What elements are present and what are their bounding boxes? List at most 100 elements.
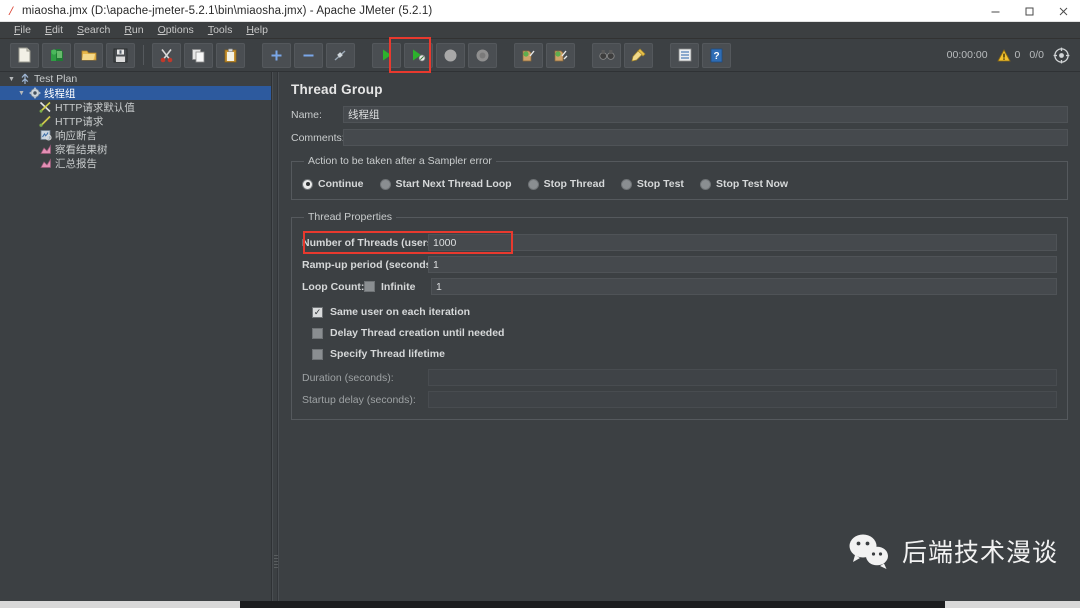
warning-triangle-icon xyxy=(996,48,1011,61)
test-plan-icon xyxy=(17,73,32,86)
search-button[interactable] xyxy=(592,42,621,68)
radio-icon[interactable] xyxy=(699,178,711,190)
wechat-logo-icon xyxy=(849,534,888,569)
loop-count-input[interactable]: 1 xyxy=(431,278,1057,295)
templates-button[interactable] xyxy=(42,42,71,68)
radio-stop-test-now[interactable]: Stop Test Now xyxy=(699,178,788,190)
threads-input[interactable]: 1000 xyxy=(428,234,1057,251)
radio-label: Stop Thread xyxy=(543,178,605,190)
maximize-icon[interactable] xyxy=(1012,0,1046,22)
reset-search-button[interactable] xyxy=(624,42,653,68)
menu-edit[interactable]: Edit xyxy=(39,23,69,37)
menu-options[interactable]: Options xyxy=(152,23,200,37)
warning-indicator[interactable]: 0 xyxy=(996,48,1020,62)
help-button[interactable]: ? xyxy=(702,42,731,68)
same-user-row[interactable]: Same user on each iteration xyxy=(302,306,1057,318)
chevron-down-icon[interactable]: ▼ xyxy=(6,76,17,83)
delay-thread-label: Delay Thread creation until needed xyxy=(330,327,505,339)
tree-node-label: Test Plan xyxy=(34,73,78,85)
save-button[interactable] xyxy=(106,42,135,68)
same-user-label: Same user on each iteration xyxy=(330,306,471,318)
function-helper-button[interactable] xyxy=(670,42,699,68)
menu-search[interactable]: Search xyxy=(71,23,116,37)
name-label: Name: xyxy=(291,108,322,121)
thread-group-panel: Thread Group Name: 线程组 Comments: Action … xyxy=(278,72,1080,608)
radio-continue[interactable]: Continue xyxy=(302,178,364,190)
radio-icon[interactable] xyxy=(379,178,391,190)
chevron-down-icon[interactable]: ▼ xyxy=(16,90,27,97)
elapsed-time: 00:00:00 xyxy=(946,49,988,61)
comments-input[interactable] xyxy=(343,129,1068,146)
test-plan-tree[interactable]: ▼ Test Plan ▼ 线程组 HTTP请求默认值 HTTP请求 响应断言 … xyxy=(0,72,272,608)
startup-delay-row: Startup delay (seconds): xyxy=(302,391,1057,408)
same-user-checkbox[interactable] xyxy=(312,306,323,318)
new-button[interactable] xyxy=(10,42,39,68)
close-icon[interactable] xyxy=(1046,0,1080,22)
delay-thread-checkbox[interactable] xyxy=(312,327,323,339)
duration-row: Duration (seconds): xyxy=(302,369,1057,386)
tree-node-http-request[interactable]: HTTP请求 xyxy=(0,114,271,128)
http-request-icon xyxy=(38,115,53,128)
menu-tools[interactable]: Tools xyxy=(202,23,239,37)
title-bar: / miaosha.jmx (D:\apache-jmeter-5.2.1\bi… xyxy=(0,0,1080,22)
comments-label: Comments: xyxy=(291,131,345,144)
start-no-pauses-button[interactable] xyxy=(404,42,433,68)
tree-node-label: 察看结果树 xyxy=(55,143,108,156)
tree-node-view-results-tree[interactable]: 察看结果树 xyxy=(0,142,271,156)
sampler-error-group: Action to be taken after a Sampler error… xyxy=(291,155,1068,200)
tree-node-thread-group[interactable]: ▼ 线程组 xyxy=(0,86,271,100)
radio-stop-test[interactable]: Stop Test xyxy=(620,178,684,190)
expand-all-button[interactable] xyxy=(262,42,291,68)
menu-bar: File Edit Search Run Options Tools Help xyxy=(0,22,1080,39)
clear-all-button[interactable] xyxy=(546,42,575,68)
shutdown-button[interactable] xyxy=(468,42,497,68)
open-button[interactable] xyxy=(74,42,103,68)
tree-node-label: 汇总报告 xyxy=(55,157,97,170)
sampler-error-legend: Action to be taken after a Sampler error xyxy=(308,155,492,167)
specify-lifetime-row[interactable]: Specify Thread lifetime xyxy=(302,348,1057,360)
rampup-label: Ramp-up period (seconds): xyxy=(302,258,439,271)
radio-label: Continue xyxy=(318,178,364,190)
delay-thread-row[interactable]: Delay Thread creation until needed xyxy=(302,327,1057,339)
startup-delay-input xyxy=(428,391,1057,408)
menu-run[interactable]: Run xyxy=(118,23,149,37)
tree-node-summary-report[interactable]: 汇总报告 xyxy=(0,156,271,170)
page-title: Thread Group xyxy=(291,82,383,97)
radio-stop-thread[interactable]: Stop Thread xyxy=(527,178,605,190)
name-input[interactable]: 线程组 xyxy=(343,106,1068,123)
loop-count-row: Loop Count: Infinite 1 xyxy=(302,278,1057,295)
threads-count: 0/0 xyxy=(1029,49,1044,61)
menu-help[interactable]: Help xyxy=(240,23,274,37)
radio-start-next-thread-loop[interactable]: Start Next Thread Loop xyxy=(379,178,512,190)
radio-icon[interactable] xyxy=(620,178,632,190)
copy-button[interactable] xyxy=(184,42,213,68)
tree-node-label: HTTP请求默认值 xyxy=(55,101,135,114)
tree-node-http-defaults[interactable]: HTTP请求默认值 xyxy=(0,100,271,114)
stop-button[interactable] xyxy=(436,42,465,68)
toggle-button[interactable] xyxy=(326,42,355,68)
cut-button[interactable] xyxy=(152,42,181,68)
window-title: miaosha.jmx (D:\apache-jmeter-5.2.1\bin\… xyxy=(22,4,433,17)
duration-input xyxy=(428,369,1057,386)
menu-file[interactable]: File xyxy=(8,23,37,37)
specify-lifetime-checkbox[interactable] xyxy=(312,348,323,360)
thread-properties-legend: Thread Properties xyxy=(308,211,393,223)
window-controls xyxy=(978,0,1080,22)
thread-group-gear-icon xyxy=(27,87,42,100)
minimize-icon[interactable] xyxy=(978,0,1012,22)
start-button[interactable] xyxy=(372,42,401,68)
clear-button[interactable] xyxy=(514,42,543,68)
collapse-all-button[interactable] xyxy=(294,42,323,68)
rampup-input[interactable]: 1 xyxy=(428,256,1057,273)
tree-node-response-assertion[interactable]: 响应断言 xyxy=(0,128,271,142)
watermark-text: 后端技术漫谈 xyxy=(901,538,1058,567)
duration-label: Duration (seconds): xyxy=(302,371,394,384)
tree-node-test-plan[interactable]: ▼ Test Plan xyxy=(0,72,271,86)
paste-button[interactable] xyxy=(216,42,245,68)
radio-icon[interactable] xyxy=(527,178,539,190)
loop-infinite-checkbox[interactable] xyxy=(364,281,375,292)
jmeter-window: / miaosha.jmx (D:\apache-jmeter-5.2.1\bi… xyxy=(0,0,1080,608)
desktop-taskbar-sliver xyxy=(0,601,1080,608)
radio-icon[interactable] xyxy=(302,178,313,190)
tree-node-label: 响应断言 xyxy=(55,129,97,142)
